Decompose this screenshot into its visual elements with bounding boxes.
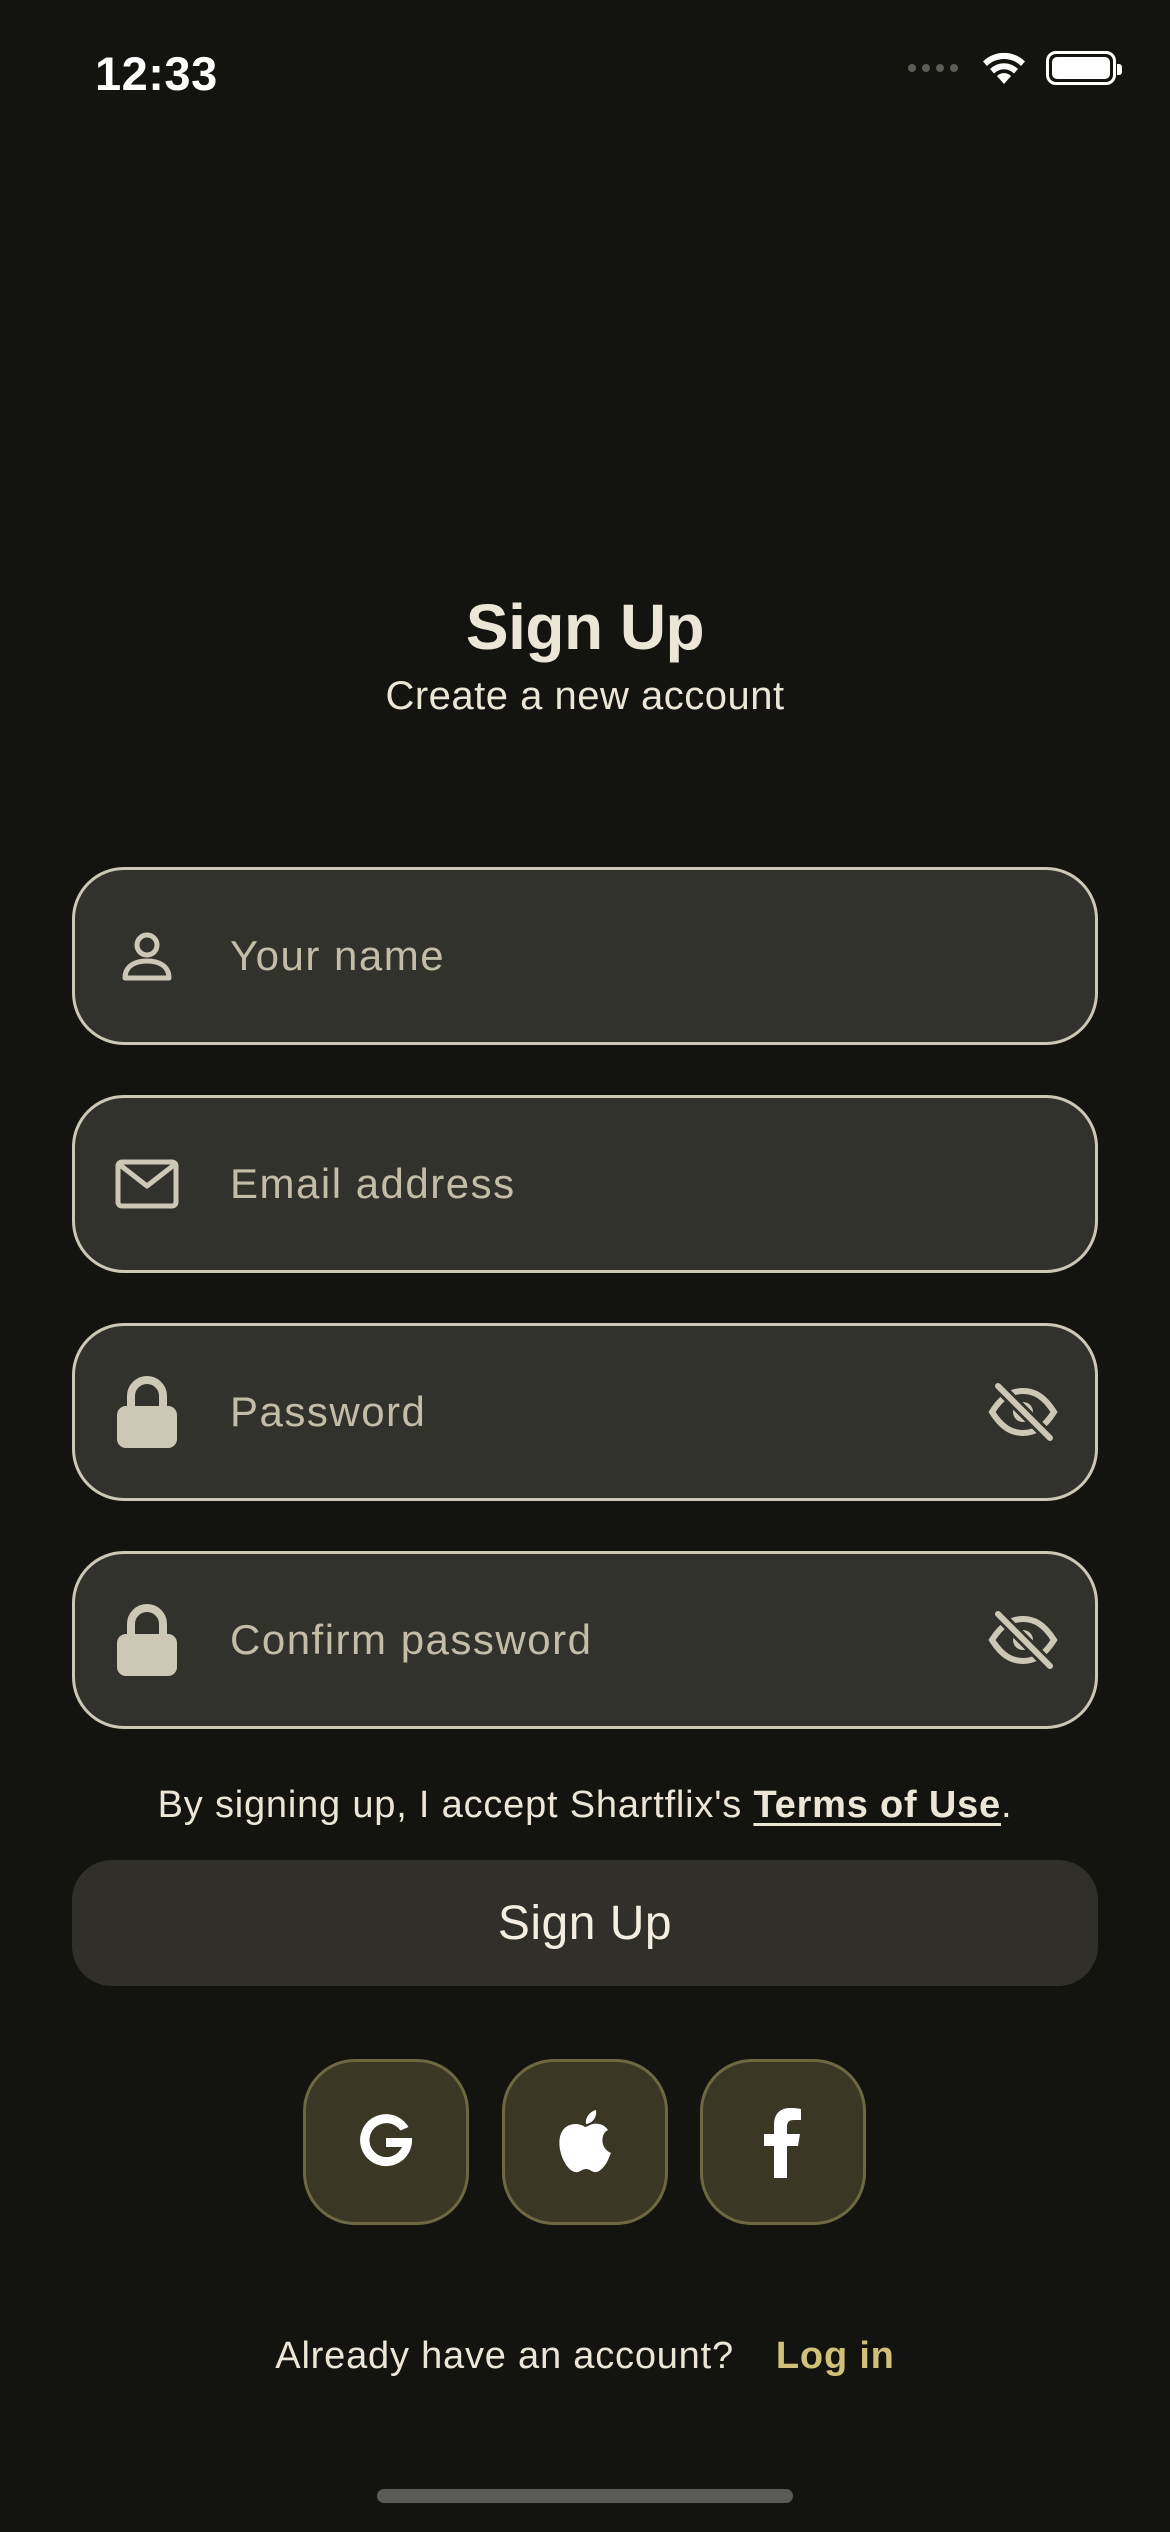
eye-off-icon[interactable] — [987, 1376, 1059, 1448]
terms-of-use-link[interactable]: Terms of Use — [753, 1784, 1001, 1826]
status-time: 12:33 — [95, 47, 218, 100]
password-field[interactable] — [72, 1323, 1098, 1501]
login-link[interactable]: Log in — [776, 2335, 895, 2378]
apple-login-button[interactable] — [502, 2059, 668, 2225]
apple-icon — [559, 2110, 611, 2173]
mail-icon — [113, 1150, 181, 1218]
terms-prefix: By signing up, I accept Shartflix's — [157, 1784, 754, 1826]
cellular-signal-icon — [908, 64, 958, 72]
terms-suffix: . — [1000, 1784, 1013, 1826]
name-input[interactable] — [230, 870, 975, 1042]
confirm-password-field[interactable] — [72, 1551, 1098, 1729]
eye-off-icon[interactable] — [987, 1604, 1059, 1676]
google-login-button[interactable] — [303, 2059, 469, 2225]
terms-text: By signing up, I accept Shartflix's Term… — [0, 1784, 1170, 1827]
signup-screen: 12:33 Sign Up Create a new account Your … — [0, 0, 1170, 2532]
name-field[interactable] — [72, 867, 1098, 1045]
lock-icon — [113, 1604, 181, 1676]
email-input[interactable] — [230, 1098, 975, 1270]
confirm-password-input[interactable] — [230, 1554, 975, 1726]
status-icons — [908, 50, 1122, 86]
lock-icon — [113, 1376, 181, 1448]
login-question: Already have an account? — [275, 2335, 734, 2377]
page-subtitle: Create a new account — [385, 674, 785, 718]
facebook-icon — [764, 2108, 801, 2178]
wifi-icon — [983, 52, 1025, 84]
battery-icon — [1046, 51, 1122, 85]
facebook-login-button[interactable] — [700, 2059, 866, 2225]
person-icon — [113, 922, 181, 990]
email-field[interactable] — [72, 1095, 1098, 1273]
sign-up-button[interactable]: Sign Up — [72, 1860, 1098, 1986]
password-input[interactable] — [230, 1326, 975, 1498]
home-indicator[interactable] — [377, 2489, 793, 2503]
page-title: Sign Up — [465, 591, 705, 663]
google-icon — [360, 2114, 412, 2167]
login-prompt: Already have an account? Log in — [0, 2335, 1170, 2378]
